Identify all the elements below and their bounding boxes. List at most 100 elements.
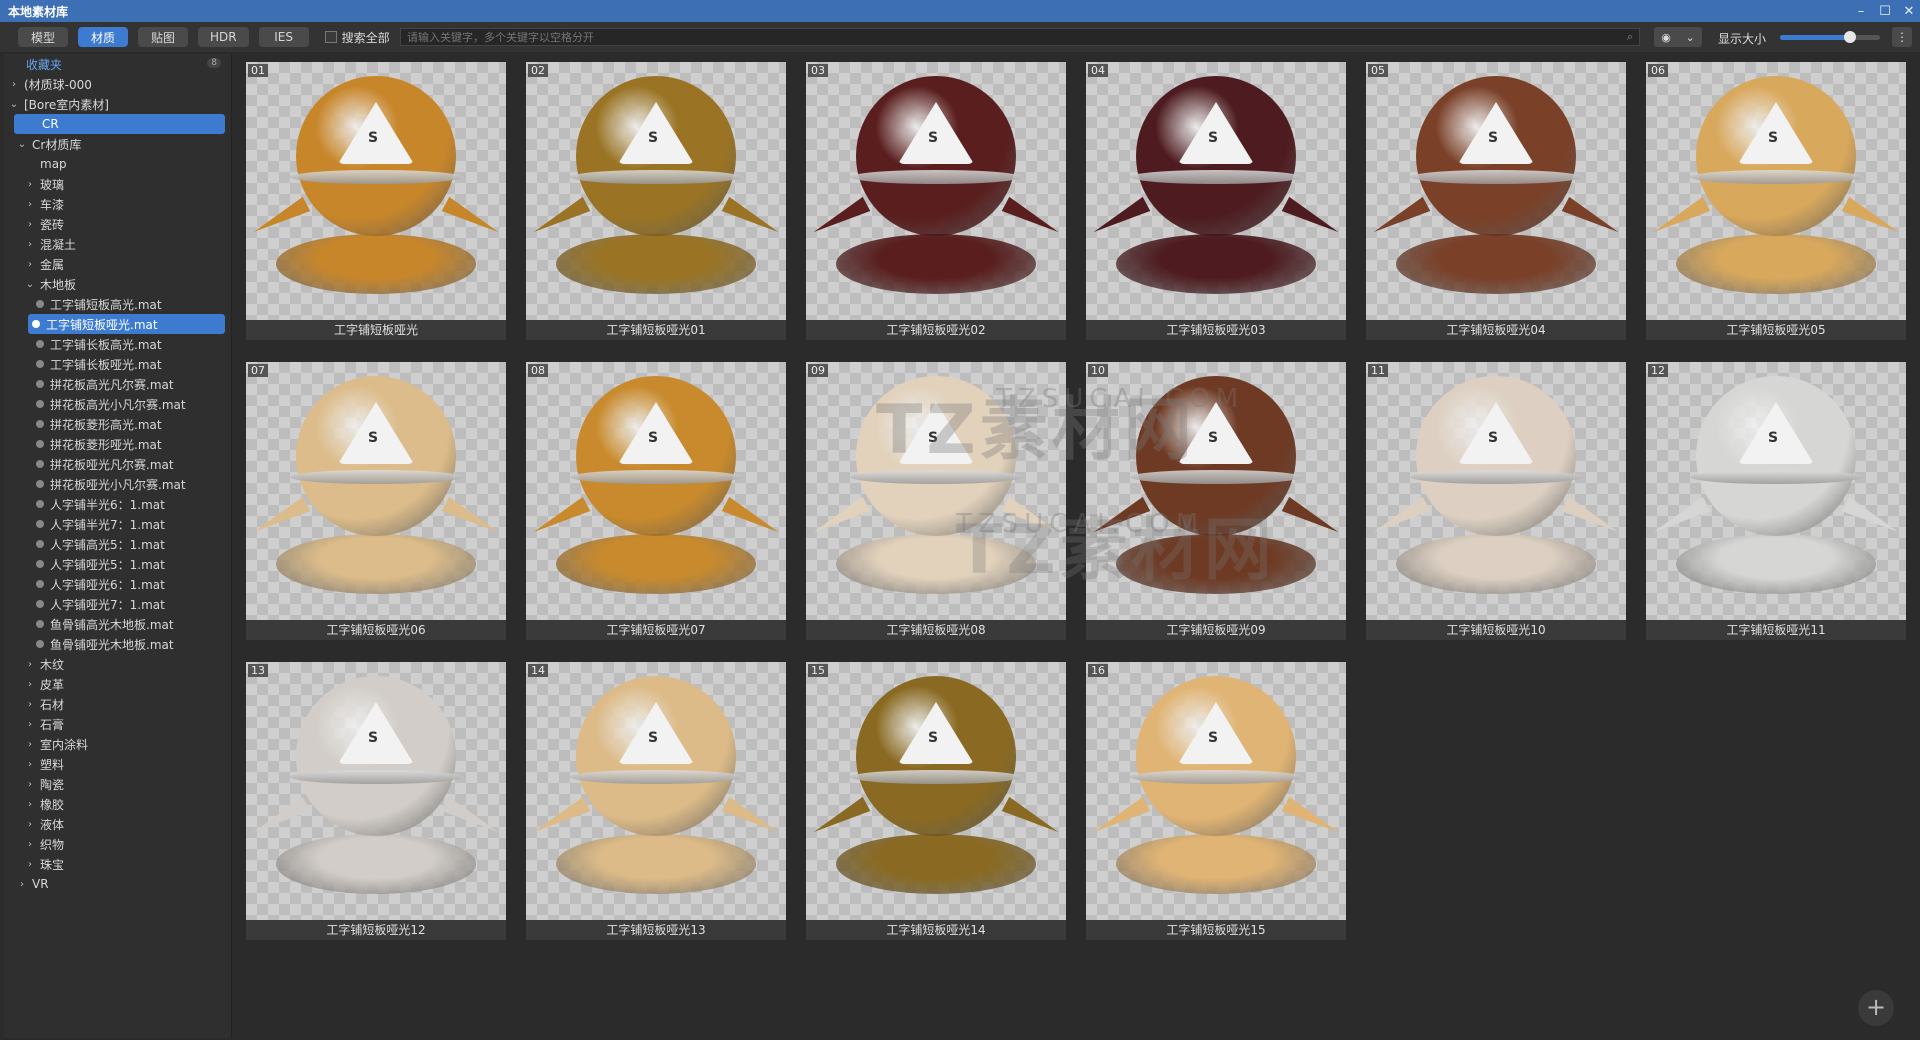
material-thumbnail[interactable]: S <box>1366 362 1626 620</box>
camera-dropdown[interactable]: ◉ ⌄ <box>1654 27 1702 47</box>
tree-item[interactable]: › 石膏 <box>4 714 231 734</box>
material-card[interactable]: S 11 工字铺短板哑光10 <box>1366 362 1626 640</box>
size-slider[interactable] <box>1780 31 1880 43</box>
material-card[interactable]: S 09 工字铺短板哑光08 <box>806 362 1066 640</box>
tree-item[interactable]: 拼花板高光小凡尔赛.mat <box>4 394 231 414</box>
chevron-down-icon[interactable]: ⌄ <box>24 279 36 290</box>
chevron-right-icon[interactable]: › <box>24 779 36 790</box>
tree-item[interactable]: ⌄ Cr材质库 <box>4 134 231 154</box>
chevron-right-icon[interactable]: › <box>24 819 36 830</box>
tree-item[interactable]: 工字铺长板高光.mat <box>4 334 231 354</box>
tree-item[interactable]: 鱼骨铺高光木地板.mat <box>4 614 231 634</box>
tree-item[interactable]: 拼花板高光凡尔赛.mat <box>4 374 231 394</box>
material-thumbnail[interactable]: S <box>1086 662 1346 920</box>
maximize-icon[interactable]: ☐ <box>1878 4 1892 19</box>
tree-item[interactable]: › 木纹 <box>4 654 231 674</box>
material-thumbnail[interactable]: S <box>1646 62 1906 320</box>
material-card[interactable]: S 07 工字铺短板哑光06 <box>246 362 506 640</box>
chevron-down-icon[interactable]: ⌄ <box>16 139 28 150</box>
tree-item[interactable]: 人字铺半光6：1.mat <box>4 494 231 514</box>
chevron-right-icon[interactable]: › <box>24 859 36 870</box>
tab-model[interactable]: 模型 <box>18 27 68 47</box>
tree-item[interactable]: › VR <box>4 874 231 894</box>
chevron-right-icon[interactable]: › <box>24 239 36 250</box>
minimize-icon[interactable]: – <box>1854 4 1868 19</box>
material-card[interactable]: S 04 工字铺短板哑光03 <box>1086 62 1346 340</box>
chevron-right-icon[interactable]: › <box>8 79 20 90</box>
chevron-right-icon[interactable]: › <box>24 699 36 710</box>
material-thumbnail[interactable]: S <box>806 662 1066 920</box>
material-card[interactable]: S 05 工字铺短板哑光04 <box>1366 62 1626 340</box>
material-card[interactable]: S 01 工字铺短板哑光 <box>246 62 506 340</box>
material-card[interactable]: S 10 工字铺短板哑光09 <box>1086 362 1346 640</box>
tree-item[interactable]: 拼花板哑光凡尔赛.mat <box>4 454 231 474</box>
material-thumbnail[interactable]: S <box>526 662 786 920</box>
material-thumbnail[interactable]: S <box>246 662 506 920</box>
material-card[interactable]: S 06 工字铺短板哑光05 <box>1646 62 1906 340</box>
material-thumbnail[interactable]: S <box>526 362 786 620</box>
favorites-item[interactable]: 收藏夹 8 <box>4 54 231 74</box>
chevron-right-icon[interactable]: › <box>24 719 36 730</box>
tree-item[interactable]: 拼花板菱形哑光.mat <box>4 434 231 454</box>
plus-icon[interactable]: + <box>1858 990 1894 1026</box>
tab-hdr[interactable]: HDR <box>198 27 249 47</box>
material-thumbnail[interactable]: S <box>246 62 506 320</box>
chevron-right-icon[interactable]: › <box>24 219 36 230</box>
chevron-right-icon[interactable]: › <box>24 799 36 810</box>
tree-item[interactable]: › 车漆 <box>4 194 231 214</box>
checkbox-box[interactable] <box>324 31 337 43</box>
tree-item[interactable]: › 室内涂料 <box>4 734 231 754</box>
chevron-right-icon[interactable]: › <box>24 839 36 850</box>
tree-item[interactable]: 拼花板菱形高光.mat <box>4 414 231 434</box>
material-card[interactable]: S 13 工字铺短板哑光12 <box>246 662 506 940</box>
material-thumbnail[interactable]: S <box>526 62 786 320</box>
material-thumbnail[interactable]: S <box>1086 62 1346 320</box>
tree-item[interactable]: 工字铺短板高光.mat <box>4 294 231 314</box>
tree-item[interactable]: 拼花板哑光小凡尔赛.mat <box>4 474 231 494</box>
material-card[interactable]: S 12 工字铺短板哑光11 <box>1646 362 1906 640</box>
chevron-right-icon[interactable]: › <box>24 199 36 210</box>
search-icon[interactable]: ⌕ <box>1621 30 1639 44</box>
tree-item[interactable]: › 混凝土 <box>4 234 231 254</box>
material-thumbnail[interactable]: S <box>1646 362 1906 620</box>
tree-item[interactable]: › 石材 <box>4 694 231 714</box>
material-card[interactable]: S 15 工字铺短板哑光14 <box>806 662 1066 940</box>
chevron-right-icon[interactable]: › <box>24 679 36 690</box>
tree-item[interactable]: 人字铺哑光5：1.mat <box>4 554 231 574</box>
material-card[interactable]: S 08 工字铺短板哑光07 <box>526 362 786 640</box>
chevron-down-icon[interactable]: ⌄ <box>8 99 20 110</box>
tree-item[interactable]: › 液体 <box>4 814 231 834</box>
tree-item[interactable]: › 皮革 <box>4 674 231 694</box>
chevron-right-icon[interactable]: › <box>24 659 36 670</box>
tree-item[interactable]: › 玻璃 <box>4 174 231 194</box>
tab-texture[interactable]: 贴图 <box>138 27 188 47</box>
more-options-icon[interactable]: ⋮ <box>1892 27 1912 47</box>
tree-item[interactable]: › 陶瓷 <box>4 774 231 794</box>
material-card[interactable]: S 03 工字铺短板哑光02 <box>806 62 1066 340</box>
tree-item[interactable]: › 珠宝 <box>4 854 231 874</box>
material-thumbnail[interactable]: S <box>806 362 1066 620</box>
tree-item[interactable]: ⌄ [Bore室内素材] <box>4 94 231 114</box>
chevron-right-icon[interactable]: › <box>16 879 28 890</box>
tree-item[interactable]: 人字铺高光5：1.mat <box>4 534 231 554</box>
tree-item[interactable]: 工字铺长板哑光.mat <box>4 354 231 374</box>
tree-item[interactable]: 人字铺半光7：1.mat <box>4 514 231 534</box>
material-thumbnail[interactable]: S <box>1086 362 1346 620</box>
chevron-right-icon[interactable]: › <box>24 259 36 270</box>
tree-item[interactable]: map <box>4 154 231 174</box>
material-thumbnail[interactable]: S <box>246 362 506 620</box>
chevron-right-icon[interactable]: › <box>24 179 36 190</box>
chevron-right-icon[interactable]: › <box>24 739 36 750</box>
tree-item[interactable]: › 塑料 <box>4 754 231 774</box>
tree-item[interactable]: 鱼骨铺哑光木地板.mat <box>4 634 231 654</box>
tree-item[interactable]: › 金属 <box>4 254 231 274</box>
tree-item[interactable]: › 瓷砖 <box>4 214 231 234</box>
close-icon[interactable]: ✕ <box>1902 4 1916 19</box>
tree-item[interactable]: › 织物 <box>4 834 231 854</box>
tree-item[interactable]: 人字铺哑光6：1.mat <box>4 574 231 594</box>
tab-ies[interactable]: IES <box>258 27 309 47</box>
tree-item[interactable]: › (材质球-000 <box>4 74 231 94</box>
material-thumbnail[interactable]: S <box>806 62 1066 320</box>
tab-material[interactable]: 材质 <box>78 27 128 47</box>
tree-item[interactable]: 人字铺哑光7：1.mat <box>4 594 231 614</box>
